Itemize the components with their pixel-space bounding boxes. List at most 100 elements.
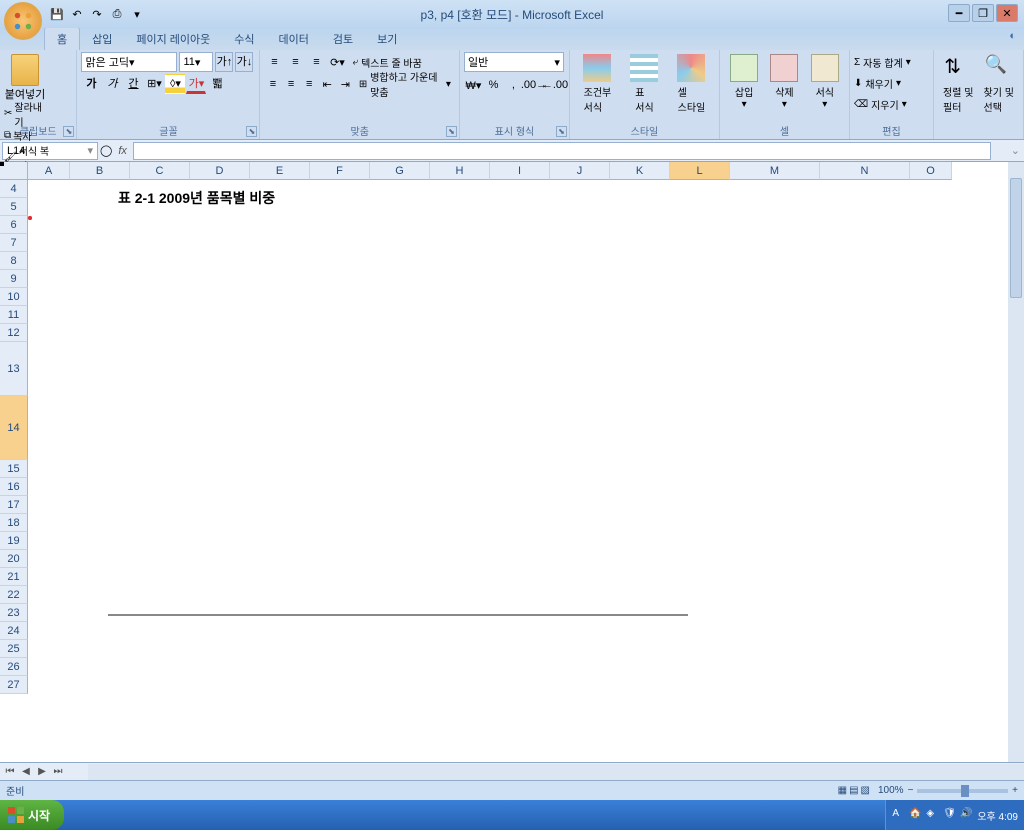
fill-button[interactable]: ⬇채우기▾ [854,73,929,94]
tab-data[interactable]: 데이터 [267,28,321,50]
merge-center-button[interactable]: ⊞병합하고 가운데 맞춤▾ [355,74,455,94]
embedded-chart[interactable]: 표 2-1 2009년 품목별 비중 [28,180,748,760]
sheet-nav-last[interactable]: ⏭ [50,765,66,779]
font-shrink-button[interactable]: 가↓ [235,52,253,72]
view-pagebreak-icon[interactable]: ▧ [861,785,870,796]
select-all-button[interactable] [0,162,28,180]
col-header-D[interactable]: D [190,162,250,180]
font-name-combo[interactable]: 맑은 고딕 ▾ [81,52,177,72]
col-header-C[interactable]: C [130,162,190,180]
fx-label[interactable]: fx [112,145,133,157]
col-header-O[interactable]: O [910,162,952,180]
redo-icon[interactable]: ↷ [88,5,106,23]
tab-review[interactable]: 검토 [321,28,365,50]
view-layout-icon[interactable]: ▤ [849,785,858,796]
orientation-button[interactable]: ⟳▾ [327,52,347,72]
currency-button[interactable]: ₩▾ [464,75,483,95]
dec-decimal-button[interactable]: ←.00 [545,75,565,95]
tray-shield-icon[interactable]: 🛡 [943,808,957,822]
sheet-nav-next[interactable]: ▶ [34,765,50,779]
row-header-14[interactable]: 14 [0,396,28,460]
col-header-H[interactable]: H [430,162,490,180]
clipboard-dialog-icon[interactable]: ⬊ [63,126,74,137]
font-size-combo[interactable]: 11 ▾ [179,52,213,72]
indent-inc-button[interactable]: ⇥ [337,74,354,94]
align-right-button[interactable]: ≡ [301,74,318,94]
tab-formulas[interactable]: 수식 [222,28,266,50]
tray-vol-icon[interactable]: 🔊 [960,808,974,822]
tray-clock[interactable]: 오후 4:09 [977,808,1018,823]
font-color-button[interactable]: 가▾ [186,74,206,94]
close-button[interactable]: ✕ [996,4,1018,22]
align-bottom-button[interactable]: ≡ [306,52,326,72]
number-format-combo[interactable]: 일반▾ [464,52,564,72]
tray-lang-icon[interactable]: ◈ [926,808,940,822]
tab-insert[interactable]: 삽입 [80,28,124,50]
row-header-16[interactable]: 16 [0,478,28,496]
sheet-nav-first[interactable]: ⏮ [2,765,18,779]
row-header-19[interactable]: 19 [0,532,28,550]
vertical-scrollbar[interactable] [1008,162,1024,762]
view-normal-icon[interactable]: ▦ [838,785,847,796]
sort-filter-button[interactable]: ⇅정렬 및 필터 [938,52,979,137]
row-header-23[interactable]: 23 [0,604,28,622]
col-header-G[interactable]: G [370,162,430,180]
row-header-24[interactable]: 24 [0,622,28,640]
find-select-button[interactable]: 🔍찾기 및 선택 [979,52,1020,137]
col-header-J[interactable]: J [550,162,610,180]
col-header-K[interactable]: K [610,162,670,180]
clear-button[interactable]: ⌫지우기▾ [854,94,929,115]
print-icon[interactable]: ⎙ [108,5,126,23]
col-header-F[interactable]: F [310,162,370,180]
row-header-18[interactable]: 18 [0,514,28,532]
tab-view[interactable]: 보기 [365,28,409,50]
align-top-button[interactable]: ≡ [264,52,284,72]
ruby-button[interactable]: 뾃 [207,74,227,94]
indent-dec-button[interactable]: ⇤ [319,74,336,94]
align-left-button[interactable]: ≡ [264,74,281,94]
bold-button[interactable]: 가 [81,74,101,94]
sheet-nav-prev[interactable]: ◀ [18,765,34,779]
align-middle-button[interactable]: ≡ [285,52,305,72]
row-header-21[interactable]: 21 [0,568,28,586]
font-dialog-icon[interactable]: ⬊ [246,126,257,137]
align-dialog-icon[interactable]: ⬊ [446,126,457,137]
zoom-out-button[interactable]: − [908,785,914,796]
col-header-E[interactable]: E [250,162,310,180]
font-grow-button[interactable]: 가↑ [215,52,233,72]
office-button[interactable] [4,2,42,40]
number-dialog-icon[interactable]: ⬊ [556,126,567,137]
border-button[interactable]: ⊞▾ [144,74,164,94]
row-header-7[interactable]: 7 [0,234,28,252]
underline-button[interactable]: 간 [123,74,143,94]
maximize-button[interactable]: ❐ [972,4,994,22]
row-header-5[interactable]: 5 [0,198,28,216]
row-header-13[interactable]: 13 [0,342,28,396]
row-header-4[interactable]: 4 [0,180,28,198]
italic-button[interactable]: 가 [102,74,122,94]
horizontal-scrollbar[interactable] [88,764,1024,780]
row-header-27[interactable]: 27 [0,676,28,694]
row-header-17[interactable]: 17 [0,496,28,514]
row-header-22[interactable]: 22 [0,586,28,604]
percent-button[interactable]: % [484,75,503,95]
save-icon[interactable]: 💾 [48,5,66,23]
tray-network-icon[interactable]: A [892,808,906,822]
undo-icon[interactable]: ↶ [68,5,86,23]
tray-sound-icon[interactable]: 🏠 [909,808,923,822]
cut-button[interactable]: ✂잘라내기 [4,103,50,124]
help-icon[interactable]: ◐ [1009,30,1016,42]
minimize-button[interactable]: ━ [948,4,970,22]
start-button[interactable]: 시작 [0,800,64,830]
paste-button[interactable]: 붙여넣기 [4,52,46,102]
col-header-A[interactable]: A [28,162,70,180]
formula-expand-icon[interactable]: ⌄ [1011,144,1020,157]
autosum-button[interactable]: Σ자동 합계▾ [854,52,929,73]
col-header-L[interactable]: L [670,162,730,180]
row-header-20[interactable]: 20 [0,550,28,568]
row-header-11[interactable]: 11 [0,306,28,324]
formula-input[interactable] [133,142,991,160]
row-header-9[interactable]: 9 [0,270,28,288]
align-center-button[interactable]: ≡ [283,74,300,94]
tab-layout[interactable]: 페이지 레이아웃 [124,28,222,50]
